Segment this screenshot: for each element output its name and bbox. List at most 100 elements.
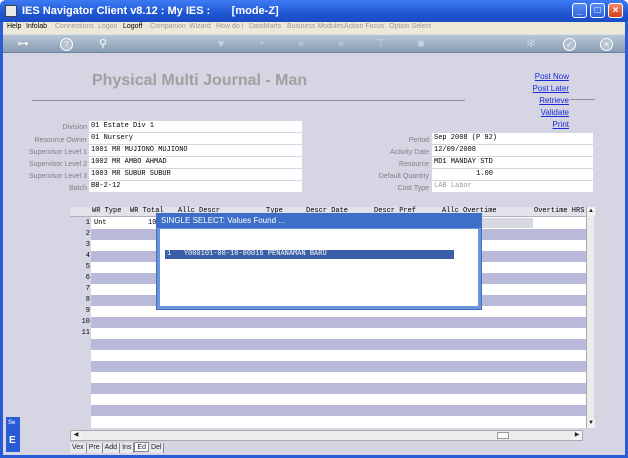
stop-icon[interactable]: ■ — [413, 37, 429, 51]
post-later-link[interactable]: Post Later — [533, 84, 569, 93]
period-field[interactable]: Sep 2008 (P 92) — [432, 133, 593, 144]
row-number: 11 — [81, 329, 90, 337]
tab-del[interactable]: Del — [148, 443, 165, 453]
supervisor-level-1-field[interactable]: 1001 MR MUJIONO MUJIONO — [89, 145, 302, 156]
resource-label: Resource — [399, 161, 429, 168]
menu-connections: Connections — [55, 23, 94, 30]
horizontal-scrollbar[interactable]: ◀ ▶ — [70, 430, 583, 441]
row-number: 3 — [85, 241, 90, 249]
scroll-down-icon[interactable]: ▼ — [587, 419, 595, 428]
col-overtime-hrs[interactable]: Overtime HRS — [534, 207, 584, 215]
table-row[interactable] — [91, 317, 586, 328]
supervisor-level-3-field[interactable]: 1003 MR SUBUR SUBUR — [89, 169, 302, 180]
division-field[interactable]: 01 Estate Div 1 — [89, 121, 302, 132]
print-link[interactable]: Print — [553, 120, 569, 129]
cost-type-field: LAB Labor — [432, 181, 593, 192]
side-panel-tab[interactable]: Se E — [6, 417, 20, 452]
page-title: Physical Multi Journal - Man — [92, 72, 308, 89]
item-name: PENANAMAN BARU — [267, 250, 327, 258]
key-icon[interactable]: ⊶ — [11, 37, 35, 51]
tab-ed[interactable]: Ed — [134, 442, 149, 452]
tab-add[interactable]: Add — [102, 443, 121, 453]
side-panel-icon: E — [9, 435, 16, 446]
table-row[interactable] — [91, 350, 586, 361]
menu-companion: Companion — [150, 23, 186, 30]
cost-type-label: Cost Type — [397, 185, 429, 192]
title-bar[interactable]: IES Navigator Client v8.12 : My IES : [m… — [0, 0, 628, 22]
menu-datamarts: DataMarts — [249, 23, 282, 30]
table-row[interactable] — [91, 405, 586, 416]
batch-field[interactable]: BB-2-12 — [89, 181, 302, 192]
row-number: 7 — [85, 285, 90, 293]
post-now-link[interactable]: Post Now — [535, 72, 569, 81]
supervisor-level-3-label: Supervisor Level 3 — [29, 173, 87, 180]
supervisor-level-2-label: Supervisor Level 2 — [29, 161, 87, 168]
row-number: 5 — [85, 263, 90, 271]
scroll-thumb[interactable] — [497, 432, 509, 439]
activity-date-label: Activity Date — [390, 149, 429, 156]
minimize-button[interactable]: _ — [572, 3, 587, 18]
search-icon[interactable]: ⚲ — [95, 37, 111, 51]
row-number: 1 — [85, 219, 90, 227]
close-icon[interactable]: ✕ — [600, 38, 613, 51]
row-number: 9 — [85, 307, 90, 315]
heart-icon[interactable]: ♥ — [213, 37, 229, 51]
row-number: 8 — [85, 296, 90, 304]
table-row[interactable] — [91, 339, 586, 350]
table-row[interactable] — [91, 328, 586, 339]
resource-field[interactable]: MD1 MANDAY STD — [432, 157, 593, 168]
menu-action-focus: Action Focus — [344, 23, 385, 30]
resource-owner-label: Resource Owner — [34, 137, 87, 144]
check-icon[interactable]: ✓ — [563, 38, 576, 51]
table-row[interactable] — [91, 383, 586, 394]
col-wr-type[interactable]: WR Type — [92, 207, 121, 215]
table-row[interactable] — [91, 394, 586, 405]
window-title: IES Navigator Client v8.12 : My IES : [m… — [22, 5, 279, 17]
tab-pre[interactable]: Pre — [86, 443, 103, 453]
supervisor-level-2-field[interactable]: 1002 MR AMBO AHMAD — [89, 157, 302, 168]
dialog-title: SINGLE SELECT: Values Found ... — [157, 214, 481, 228]
activity-date-field[interactable]: 12/09/2008 — [432, 145, 593, 156]
tab-ins[interactable]: Ins — [120, 443, 135, 453]
app-icon — [5, 5, 17, 17]
maximize-button[interactable]: □ — [590, 3, 605, 18]
row-number: 10 — [81, 318, 90, 326]
menu-infolab[interactable]: Infolab — [26, 23, 47, 30]
menu-help[interactable]: Help — [7, 23, 21, 30]
single-select-dialog: SINGLE SELECT: Values Found ... 1 Y00010… — [156, 213, 482, 310]
app-window: IES Navigator Client v8.12 : My IES : [m… — [0, 0, 628, 458]
resource-owner-field[interactable]: 01 Nursery — [89, 133, 302, 144]
menu-logoff[interactable]: Logoff — [123, 23, 142, 30]
title-divider — [32, 100, 465, 101]
scroll-up-icon[interactable]: ▲ — [587, 207, 595, 216]
close-button[interactable]: × — [608, 3, 623, 18]
scroll-right-icon[interactable]: ▶ — [572, 431, 582, 440]
row-1-wr-type[interactable]: Unt — [94, 219, 107, 227]
menu-wizard: Wizard — [189, 23, 211, 30]
table-row[interactable] — [91, 416, 586, 427]
menu-option-select: Option Select — [389, 23, 432, 30]
retrieve-link[interactable]: Retrieve — [539, 96, 569, 105]
vertical-scrollbar[interactable]: ▲ ▼ — [586, 207, 595, 428]
dialog-list: 1 Y000101-00-10-00016 PENANAMAN BARU — [160, 229, 478, 306]
row-number-column: 1 2 3 4 5 6 7 8 9 10 11 — [70, 217, 91, 428]
back-icon[interactable]: « — [293, 37, 309, 51]
history-icon[interactable]: ◔ — [253, 37, 269, 51]
forward-icon[interactable]: » — [333, 37, 349, 51]
default-quantity-label: Default Quantity — [378, 173, 429, 180]
scroll-left-icon[interactable]: ◀ — [71, 431, 81, 440]
supervisor-level-1-label: Supervisor Level 1 — [29, 149, 87, 156]
pin-icon[interactable]: ⊤ — [373, 37, 389, 51]
title-divider-right — [570, 99, 595, 100]
tab-vex[interactable]: Vex — [70, 443, 87, 453]
row-number: 4 — [85, 252, 90, 260]
table-row[interactable] — [91, 361, 586, 372]
validate-link[interactable]: Validate — [541, 108, 569, 117]
table-row[interactable] — [91, 372, 586, 383]
menu-logon: Logon — [98, 23, 118, 30]
row-number: 6 — [85, 274, 90, 282]
default-quantity-field[interactable]: 1.00 — [432, 169, 593, 180]
help-icon[interactable]: ? — [60, 38, 73, 51]
settings-icon[interactable]: ✻ — [523, 37, 539, 51]
list-item[interactable]: 1 Y000101-00-10-00016 PENANAMAN BARU — [165, 250, 454, 259]
